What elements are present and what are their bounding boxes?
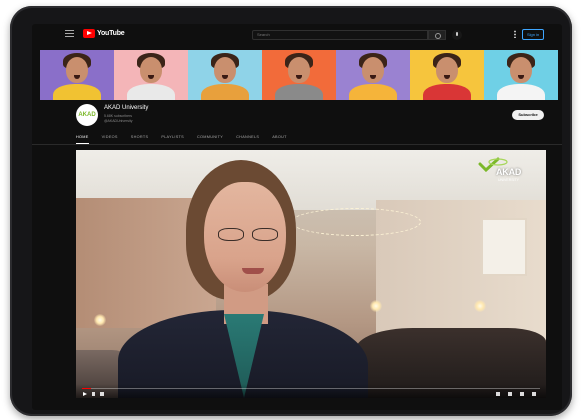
video-scene-window: [481, 218, 527, 276]
youtube-logo[interactable]: YouTube: [83, 29, 125, 38]
channel-banner: [40, 50, 558, 100]
akad-watermark-logo: AKAD UNIVERSITY: [474, 154, 540, 188]
tab-community[interactable]: COMMUNITY: [197, 133, 223, 143]
channel-name: AKAD University: [104, 105, 149, 111]
tablet-frame: YouTube Search Sign in AKAD AKAD Univers…: [10, 6, 572, 416]
video-controls-bar: [76, 384, 546, 398]
channel-avatar[interactable]: AKAD: [76, 104, 98, 126]
menu-icon[interactable]: [65, 30, 74, 37]
microphone-icon[interactable]: [452, 30, 462, 40]
tab-about[interactable]: ABOUT: [272, 133, 287, 143]
search-input[interactable]: Search: [252, 30, 428, 40]
search-button[interactable]: [428, 30, 446, 40]
subscriber-count: 5.68K subscribers: [104, 114, 133, 118]
banner-person-tile: [40, 50, 114, 100]
channel-tabs: HOME VIDEOS SHORTS PLAYLISTS COMMUNITY CHANNE…: [76, 133, 546, 144]
next-icon[interactable]: [92, 392, 95, 396]
fullscreen-icon[interactable]: [532, 392, 536, 396]
banner-person-tile: [262, 50, 336, 100]
video-progress-fill: [82, 388, 92, 389]
masthead: YouTube Search Sign in: [32, 24, 562, 44]
tab-channels[interactable]: CHANNELS: [236, 133, 259, 143]
theater-mode-icon[interactable]: [508, 392, 512, 396]
banner-person-tile: [114, 50, 188, 100]
cast-icon[interactable]: [520, 392, 524, 396]
signin-button[interactable]: Sign in: [522, 29, 545, 40]
watermark-brand-name: AKAD: [496, 167, 522, 177]
watermark-brand-sub: UNIVERSITY: [498, 178, 520, 182]
settings-icon[interactable]: [496, 392, 500, 396]
video-progress-bar[interactable]: [82, 388, 540, 389]
speaker-glasses: [218, 228, 280, 242]
banner-person-tile: [484, 50, 558, 100]
video-player[interactable]: AKAD UNIVERSITY: [76, 150, 546, 398]
tab-home[interactable]: HOME: [76, 133, 89, 144]
youtube-play-icon: [83, 29, 95, 38]
more-options-icon[interactable]: [514, 30, 516, 38]
banner-person-tile: [336, 50, 410, 100]
channel-handle: @AKADUniversity: [104, 119, 133, 123]
video-scene-lamp: [474, 300, 486, 312]
volume-icon[interactable]: [100, 392, 104, 396]
avatar-logo-text: AKAD: [78, 112, 96, 118]
subscribe-button[interactable]: Subscribe: [512, 110, 544, 120]
play-icon[interactable]: [83, 392, 87, 396]
tabs-divider: [32, 144, 562, 145]
video-scene-chandelier: [291, 208, 421, 236]
speaker-mouth: [242, 268, 264, 274]
video-scene-lamp: [94, 314, 106, 326]
tab-shorts[interactable]: SHORTS: [131, 133, 149, 143]
youtube-logo-text: YouTube: [97, 30, 125, 37]
youtube-screen: YouTube Search Sign in AKAD AKAD Univers…: [32, 24, 562, 410]
tab-playlists[interactable]: PLAYLISTS: [161, 133, 184, 143]
banner-person-tile: [188, 50, 262, 100]
banner-person-tile: [410, 50, 484, 100]
video-scene-lamp: [370, 300, 382, 312]
tab-videos[interactable]: VIDEOS: [102, 133, 118, 143]
